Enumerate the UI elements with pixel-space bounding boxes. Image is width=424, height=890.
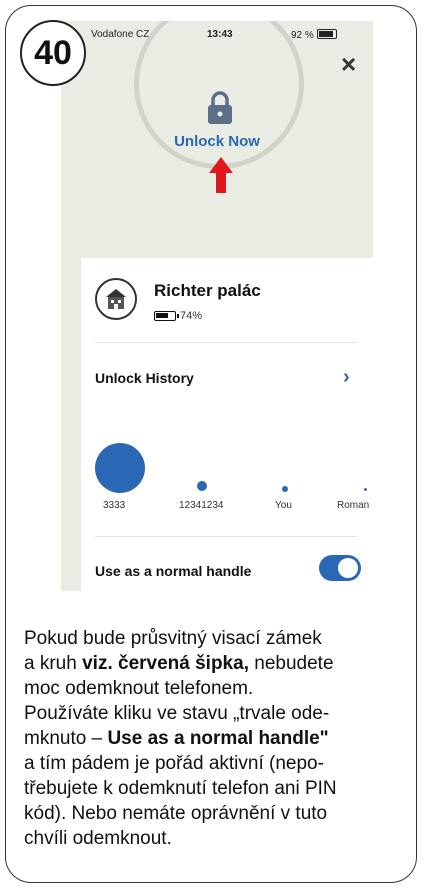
instruction-text: Pokud bude průsvitný visací zámek a kruh… — [24, 626, 416, 851]
normal-handle-toggle[interactable] — [319, 555, 361, 581]
instruction-line: mknuto – Use as a normal handle" — [24, 726, 416, 751]
instruction-line: kód). Nebo nemáte oprávnění v tuto — [24, 803, 328, 824]
battery-icon — [316, 29, 337, 39]
building-icon — [95, 278, 137, 320]
device-battery-percent: 74% — [180, 310, 203, 322]
device-battery: 74% — [154, 310, 202, 322]
instruction-bold: Use as a normal handle" — [107, 728, 329, 749]
history-bubble[interactable] — [364, 488, 367, 491]
instruction-text-part: a kruh — [24, 653, 83, 674]
carrier-label: Vodafone CZ — [91, 29, 150, 40]
instruction-line: moc odemknout telefonem. — [24, 678, 254, 699]
history-bubble[interactable] — [197, 481, 207, 491]
chevron-right-icon[interactable]: › — [343, 366, 350, 389]
battery-status: 92 % — [291, 29, 337, 41]
divider — [95, 342, 357, 343]
lock-icon — [208, 91, 232, 124]
divider — [95, 536, 357, 537]
phone-screenshot: Vodafone CZ 13:43 92 % × Unlock Now Rich… — [61, 21, 373, 591]
battery-fill — [156, 313, 168, 318]
history-user-label: 12341234 — [179, 500, 224, 511]
history-user-label: 3333 — [103, 500, 126, 511]
instruction-text-part: nebudete — [248, 653, 334, 674]
instruction-line: Používáte kliku ve stavu „trvale ode- — [24, 703, 330, 724]
instruction-line: třebujete k odemknutí telefon ani PIN — [24, 778, 337, 799]
instruction-line: Pokud bude průsvitný visací zámek — [24, 628, 322, 649]
battery-percent: 92 % — [291, 30, 314, 41]
history-bubble[interactable] — [95, 443, 145, 493]
close-button[interactable]: × — [341, 51, 356, 77]
instruction-line: chvíli odemknout. — [24, 828, 172, 849]
step-number-badge: 40 — [20, 20, 86, 86]
instruction-line: a tím pádem je pořád aktivní (nepo- — [24, 753, 324, 774]
history-bubble[interactable] — [282, 486, 288, 492]
red-arrow-icon — [209, 157, 233, 193]
normal-handle-label: Use as a normal handle — [95, 563, 252, 579]
device-name: Richter palác — [154, 281, 261, 300]
unlock-now-button[interactable]: Unlock Now — [61, 133, 373, 150]
device-battery-icon — [154, 311, 179, 321]
instruction-bold: viz. červená šipka, — [82, 653, 249, 674]
history-user-label: You — [275, 500, 292, 511]
instruction-text-part: mknuto – — [24, 728, 108, 749]
history-user-label: Roman — [337, 500, 370, 511]
instruction-line: a kruh viz. červená šipka, nebudete — [24, 651, 416, 676]
device-card: Richter palác 74% Unlock History › 3333 … — [81, 258, 373, 591]
step-card: 40 Vodafone CZ 13:43 92 % × Unlock Now R… — [5, 5, 417, 883]
unlock-history-link[interactable]: Unlock History — [95, 370, 194, 386]
